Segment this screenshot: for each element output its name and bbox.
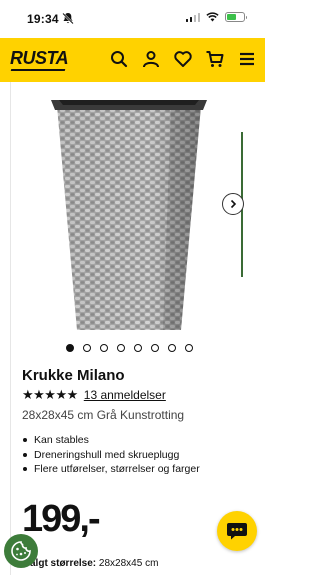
status-time: 19:34 xyxy=(27,12,59,26)
pagination-dot[interactable] xyxy=(100,344,108,352)
pagination-dot[interactable] xyxy=(117,344,125,352)
chat-icon xyxy=(227,523,247,540)
pagination-dot[interactable] xyxy=(83,344,91,352)
pagination-dot[interactable] xyxy=(66,344,74,352)
pagination-dot[interactable] xyxy=(134,344,142,352)
image-pagination xyxy=(66,344,193,352)
product-price: 199,- xyxy=(22,498,101,540)
rusta-logo[interactable]: RUSTA xyxy=(10,48,69,69)
star-rating-icon: ★★★★★ xyxy=(22,387,78,402)
reviews-link[interactable]: 13 anmeldelser xyxy=(84,388,166,402)
pagination-dot[interactable] xyxy=(168,344,176,352)
selected-size-value: 28x28x45 cm xyxy=(98,558,159,569)
product-image xyxy=(51,100,207,330)
feature-list: Kan stables Dreneringshull med skrueplug… xyxy=(22,433,200,477)
product-page: Krukke Milano ★★★★★ 13 anmeldelser 28x28… xyxy=(0,82,265,575)
cart-icon[interactable] xyxy=(205,49,225,69)
product-gallery[interactable] xyxy=(0,82,265,340)
wifi-icon xyxy=(206,12,219,22)
pagination-dot[interactable] xyxy=(185,344,193,352)
chevron-right-icon xyxy=(230,199,237,209)
selected-size: algt størrelse: 28x28x45 cm xyxy=(30,558,158,569)
search-icon[interactable] xyxy=(109,49,129,69)
feature-item: Kan stables xyxy=(22,433,200,448)
cookie-settings-button[interactable] xyxy=(4,534,38,568)
bell-off-icon xyxy=(62,12,74,25)
top-navigation: RUSTA xyxy=(0,38,265,82)
status-bar: 19:34 xyxy=(0,0,265,38)
chat-button[interactable] xyxy=(217,511,257,551)
heart-icon[interactable] xyxy=(173,49,193,69)
product-subtitle: 28x28x45 cm Grå Kunstrotting xyxy=(22,408,185,422)
feature-item: Dreneringshull med skrueplugg xyxy=(22,448,200,463)
pagination-dot[interactable] xyxy=(151,344,159,352)
menu-icon[interactable] xyxy=(237,49,257,69)
user-icon[interactable] xyxy=(141,49,161,69)
cookie-icon xyxy=(11,541,31,561)
selected-size-label: algt størrelse: xyxy=(30,558,97,569)
next-image-button[interactable] xyxy=(222,193,244,215)
battery-icon xyxy=(225,12,247,22)
feature-item: Flere utførelser, størrelser og farger xyxy=(22,462,200,477)
product-rating: ★★★★★ 13 anmeldelser xyxy=(22,387,166,403)
signal-icon xyxy=(185,12,200,22)
product-title: Krukke Milano xyxy=(22,367,125,384)
